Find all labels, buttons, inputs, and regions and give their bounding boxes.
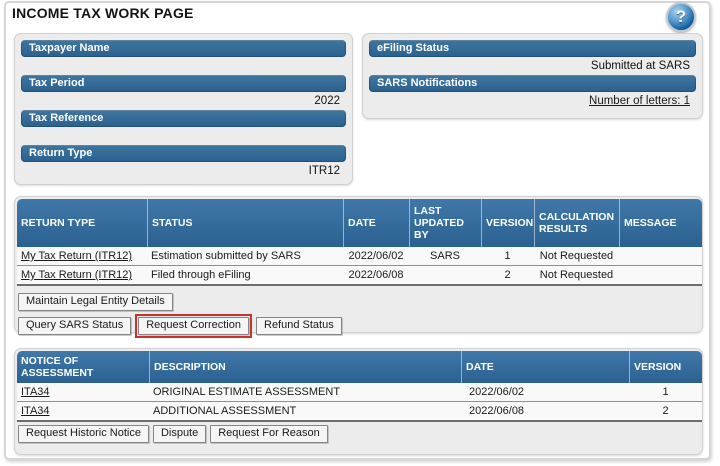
question-mark-glyph: ?	[676, 4, 686, 29]
dispute-button[interactable]: Dispute	[153, 425, 206, 443]
request-correction-highlight: Request Correction	[135, 314, 252, 338]
col-header-description: DESCRIPTION	[149, 351, 461, 383]
tax-period-value: 2022	[21, 92, 346, 110]
date-cell: 2022/06/02	[343, 247, 409, 266]
table-row: My Tax Return (ITR12) Filed through eFil…	[17, 266, 702, 286]
returns-panel: RETURN TYPE STATUS DATE LAST UPDATED BY …	[14, 196, 703, 333]
tax-return-link[interactable]: My Tax Return (ITR12)	[21, 250, 132, 262]
table-row: My Tax Return (ITR12) Estimation submitt…	[17, 247, 702, 266]
date-cell: 2022/06/02	[461, 383, 629, 402]
efiling-status-label: eFiling Status	[369, 40, 696, 57]
status-cell: Filed through eFiling	[147, 266, 343, 286]
table-row: ITA34 ADDITIONAL ASSESSMENT 2022/06/08 2	[17, 402, 702, 422]
ita34-link[interactable]: ITA34	[21, 405, 50, 417]
message-cell	[619, 247, 702, 266]
return-type-label: Return Type	[21, 145, 346, 162]
returns-table: RETURN TYPE STATUS DATE LAST UPDATED BY …	[17, 199, 702, 286]
notices-panel: NOTICE OF ASSESSMENT DESCRIPTION DATE VE…	[14, 348, 703, 455]
notices-table: NOTICE OF ASSESSMENT DESCRIPTION DATE VE…	[17, 351, 702, 422]
tax-period-label: Tax Period	[21, 75, 346, 92]
request-correction-button[interactable]: Request Correction	[138, 317, 249, 335]
description-cell: ADDITIONAL ASSESSMENT	[149, 402, 461, 422]
col-header-last-updated-by: LAST UPDATED BY	[409, 199, 481, 247]
version-cell: 2	[481, 266, 534, 286]
taxpayer-name-label: Taxpayer Name	[21, 40, 346, 57]
status-cell: Estimation submitted by SARS	[147, 247, 343, 266]
request-for-reason-button[interactable]: Request For Reason	[210, 425, 328, 443]
taxpayer-summary-panel: Taxpayer Name Tax Period 2022 Tax Refere…	[14, 33, 353, 185]
col-header-version: VERSION	[629, 351, 702, 383]
col-header-calculation-results: CALCULATION RESULTS	[534, 199, 619, 247]
version-cell: 1	[481, 247, 534, 266]
last-updated-by-cell	[409, 266, 481, 286]
return-type-value: ITR12	[21, 162, 346, 180]
message-cell	[619, 266, 702, 286]
ita34-link[interactable]: ITA34	[21, 386, 50, 398]
number-of-letters-link[interactable]: Number of letters: 1	[589, 95, 690, 107]
col-header-date: DATE	[461, 351, 629, 383]
help-icon[interactable]: ?	[666, 2, 696, 32]
calculation-results-cell: Not Requested	[534, 266, 619, 286]
col-header-notice-of-assessment: NOTICE OF ASSESSMENT	[17, 351, 149, 383]
tax-reference-value	[21, 127, 346, 145]
efiling-status-panel: eFiling Status Submitted at SARS SARS No…	[362, 33, 703, 119]
calculation-results-cell: Not Requested	[534, 247, 619, 266]
col-header-version: VERSION	[481, 199, 534, 247]
date-cell: 2022/06/08	[343, 266, 409, 286]
sars-notifications-label: SARS Notifications	[369, 75, 696, 92]
taxpayer-name-value	[21, 57, 346, 75]
page-title: INCOME TAX WORK PAGE	[12, 5, 194, 21]
last-updated-by-cell: SARS	[409, 247, 481, 266]
refund-status-button[interactable]: Refund Status	[256, 317, 342, 335]
description-cell: ORIGINAL ESTIMATE ASSESSMENT	[149, 383, 461, 402]
version-cell: 2	[629, 402, 702, 422]
table-row: ITA34 ORIGINAL ESTIMATE ASSESSMENT 2022/…	[17, 383, 702, 402]
col-header-date: DATE	[343, 199, 409, 247]
version-cell: 1	[629, 383, 702, 402]
maintain-legal-entity-details-button[interactable]: Maintain Legal Entity Details	[18, 293, 173, 311]
request-historic-notice-button[interactable]: Request Historic Notice	[18, 425, 149, 443]
col-header-status: STATUS	[147, 199, 343, 247]
returns-header-row: RETURN TYPE STATUS DATE LAST UPDATED BY …	[17, 199, 702, 247]
efiling-status-value: Submitted at SARS	[369, 57, 696, 75]
query-sars-status-button[interactable]: Query SARS Status	[18, 317, 131, 335]
tax-reference-label: Tax Reference	[21, 110, 346, 127]
col-header-return-type: RETURN TYPE	[17, 199, 147, 247]
col-header-message: MESSAGE	[619, 199, 702, 247]
notices-header-row: NOTICE OF ASSESSMENT DESCRIPTION DATE VE…	[17, 351, 702, 383]
tax-return-link[interactable]: My Tax Return (ITR12)	[21, 269, 132, 281]
date-cell: 2022/06/08	[461, 402, 629, 422]
